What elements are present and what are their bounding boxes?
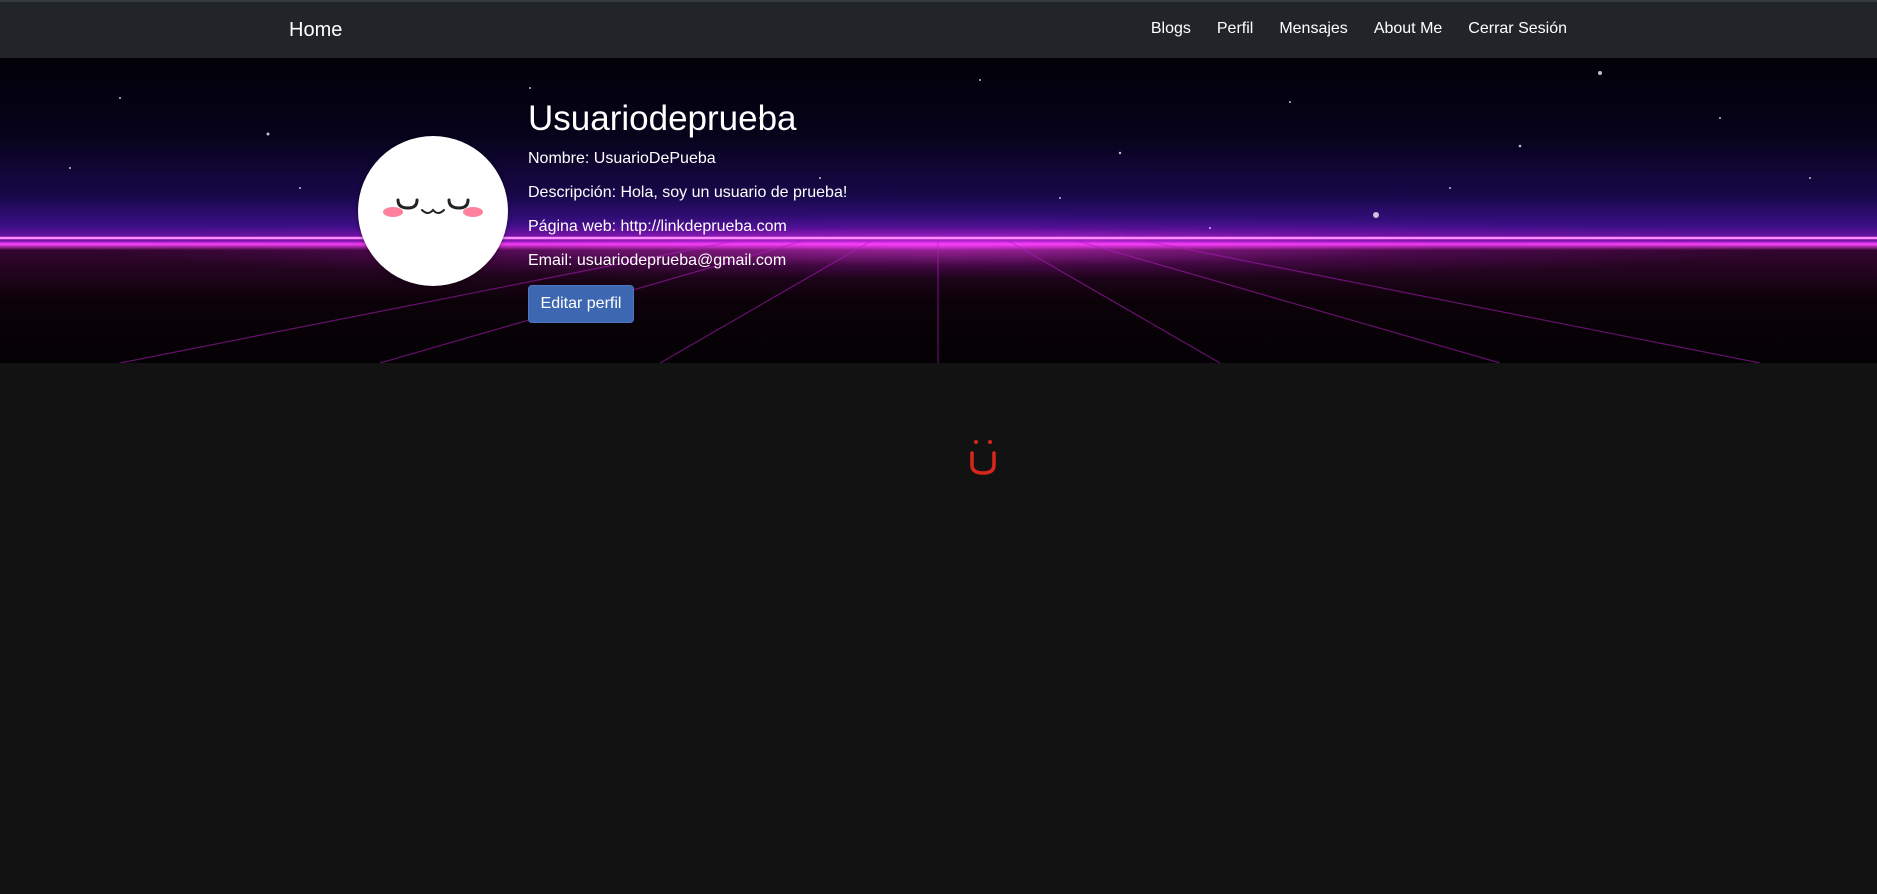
red-smiley-icon [970, 440, 996, 475]
profile-pagina-web: Página web: http://linkdeprueba.com [528, 218, 787, 235]
profile-hero-banner: Usuariodeprueba Nombre: UsuarioDePueba D… [0, 58, 1877, 363]
home-brand-link[interactable]: Home [289, 19, 342, 42]
sleepy-face-icon [383, 198, 483, 217]
synthwave-background [0, 71, 1877, 363]
nav-link-about-me[interactable]: About Me [1374, 20, 1442, 38]
profile-email: Email: usuariodeprueba@gmail.com [528, 252, 787, 269]
nav-link-perfil[interactable]: Perfil [1217, 20, 1253, 38]
nav-link-cerrar-sesion[interactable]: Cerrar Sesión [1468, 20, 1567, 38]
top-navbar: Home Blogs Perfil Mensajes About Me Cerr… [0, 0, 1877, 58]
nav-link-blogs[interactable]: Blogs [1151, 20, 1191, 38]
profile-info: Usuariodeprueba Nombre: UsuarioDePueba D… [528, 98, 847, 286]
nav-links: Blogs Perfil Mensajes About Me Cerrar Se… [1151, 20, 1567, 38]
edit-profile-button[interactable]: Editar perfil [528, 285, 634, 323]
profile-avatar [358, 136, 508, 286]
nav-link-mensajes[interactable]: Mensajes [1279, 20, 1347, 38]
profile-username: Usuariodeprueba [528, 99, 797, 138]
profile-nombre: Nombre: UsuarioDePueba [528, 150, 716, 167]
profile-descripcion: Descripción: Hola, soy un usuario de pru… [528, 184, 848, 201]
main-content [0, 363, 1877, 894]
